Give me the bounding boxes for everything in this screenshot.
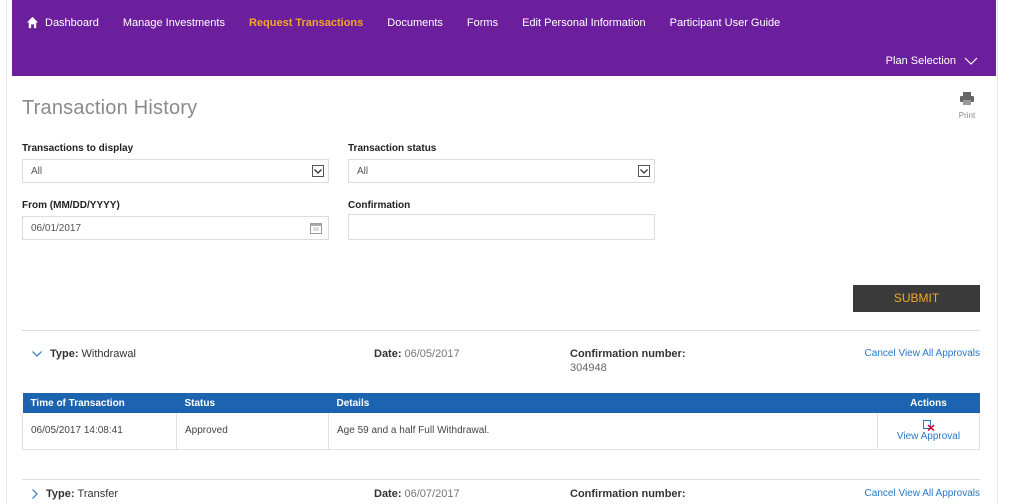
confirmation-input[interactable] [348, 214, 655, 240]
transaction-type[interactable]: Type: Transfer [32, 488, 118, 500]
nav-item-participant-user-guide[interactable]: Participant User Guide [670, 17, 781, 29]
home-icon[interactable] [26, 16, 39, 29]
date-label: Date: [374, 488, 402, 500]
confirmation-number-label: Confirmation number: [570, 488, 686, 500]
transactions-to-display-select[interactable]: All [22, 159, 329, 183]
nav-items: Dashboard Manage Investments Request Tra… [26, 16, 804, 29]
confirmation-number: Confirmation number: [570, 488, 686, 500]
transaction-links: Cancel View All Approvals [865, 348, 980, 359]
nav-item-dashboard[interactable]: Dashboard [45, 17, 99, 29]
table-row: 06/05/2017 14:08:41 Approved Age 59 and … [22, 413, 980, 450]
column-header: Details [328, 393, 878, 413]
view-approval-link[interactable]: View Approval [886, 431, 971, 442]
details-cell: Age 59 and a half Full Withdrawal. [328, 413, 878, 450]
transaction-status-select[interactable]: All [348, 159, 655, 183]
chevron-down-icon [964, 57, 978, 65]
column-header: Time of Transaction [22, 393, 177, 413]
date-label: Date: [374, 348, 402, 360]
date-value: 06/05/2017 [404, 348, 460, 360]
transaction-status-value: All [357, 166, 369, 177]
chevron-right-icon[interactable] [32, 489, 38, 499]
column-header: Actions [877, 393, 980, 413]
cancel-link[interactable]: Cancel [865, 488, 896, 499]
type-label: Type: [46, 488, 75, 500]
top-nav: Dashboard Manage Investments Request Tra… [12, 0, 996, 76]
nav-item-forms[interactable]: Forms [467, 17, 498, 29]
transactions-to-display-label: Transactions to display [22, 143, 134, 154]
cancel-link[interactable]: Cancel [865, 348, 896, 359]
divider [22, 479, 980, 480]
table-header-row: Time of Transaction Status Details Actio… [22, 393, 980, 413]
from-date-value: 06/01/2017 [31, 223, 82, 234]
view-all-approvals-link[interactable]: View All Approvals [898, 488, 980, 499]
transaction-date: Date: 06/05/2017 [374, 348, 460, 360]
transaction-status-label: Transaction status [348, 143, 437, 154]
transaction-links: Cancel View All Approvals [865, 488, 980, 499]
type-value: Withdrawal [81, 348, 136, 360]
chevron-down-icon[interactable] [32, 351, 42, 357]
status-cell: Approved [176, 413, 329, 450]
transactions-to-display-value: All [31, 166, 43, 177]
type-value: Transfer [77, 488, 119, 500]
date-value: 06/07/2017 [404, 488, 460, 500]
confirmation-number-value: 304948 [570, 362, 607, 374]
transaction-date: Date: 06/07/2017 [374, 488, 460, 500]
plan-selection-dropdown[interactable]: Plan Selection [886, 55, 978, 67]
confirmation-number: Confirmation number: 304948 [570, 348, 686, 374]
dropdown-arrow-icon [638, 165, 650, 177]
transaction-detail-table: Time of Transaction Status Details Actio… [22, 393, 980, 450]
plan-selection-label: Plan Selection [885, 55, 956, 67]
column-header: Status [176, 393, 329, 413]
nav-item-manage-investments[interactable]: Manage Investments [123, 17, 225, 29]
from-date-field[interactable]: 06/01/2017 [22, 216, 329, 240]
view-all-approvals-link[interactable]: View All Approvals [898, 348, 980, 359]
dropdown-arrow-icon [312, 165, 324, 177]
nav-item-edit-personal-information[interactable]: Edit Personal Information [522, 17, 646, 29]
nav-item-documents[interactable]: Documents [387, 17, 443, 29]
page-title: Transaction History [22, 97, 198, 119]
printer-icon [960, 92, 974, 105]
nav-item-request-transactions[interactable]: Request Transactions [249, 17, 363, 29]
print-button[interactable]: Print [951, 92, 983, 120]
time-cell: 06/05/2017 14:08:41 [22, 413, 177, 450]
actions-cell: View Approval [877, 413, 980, 450]
print-label: Print [958, 111, 976, 120]
submit-button[interactable]: SUBMIT [853, 285, 980, 312]
divider [22, 330, 980, 331]
from-date-label: From (MM/DD/YYYY) [22, 200, 120, 211]
transaction-type[interactable]: Type: Withdrawal [32, 348, 136, 360]
confirmation-label: Confirmation [348, 200, 411, 211]
confirmation-number-label: Confirmation number: [570, 348, 686, 360]
type-label: Type: [50, 348, 79, 360]
calendar-icon[interactable] [310, 222, 322, 234]
view-approval-icon[interactable] [922, 419, 935, 431]
